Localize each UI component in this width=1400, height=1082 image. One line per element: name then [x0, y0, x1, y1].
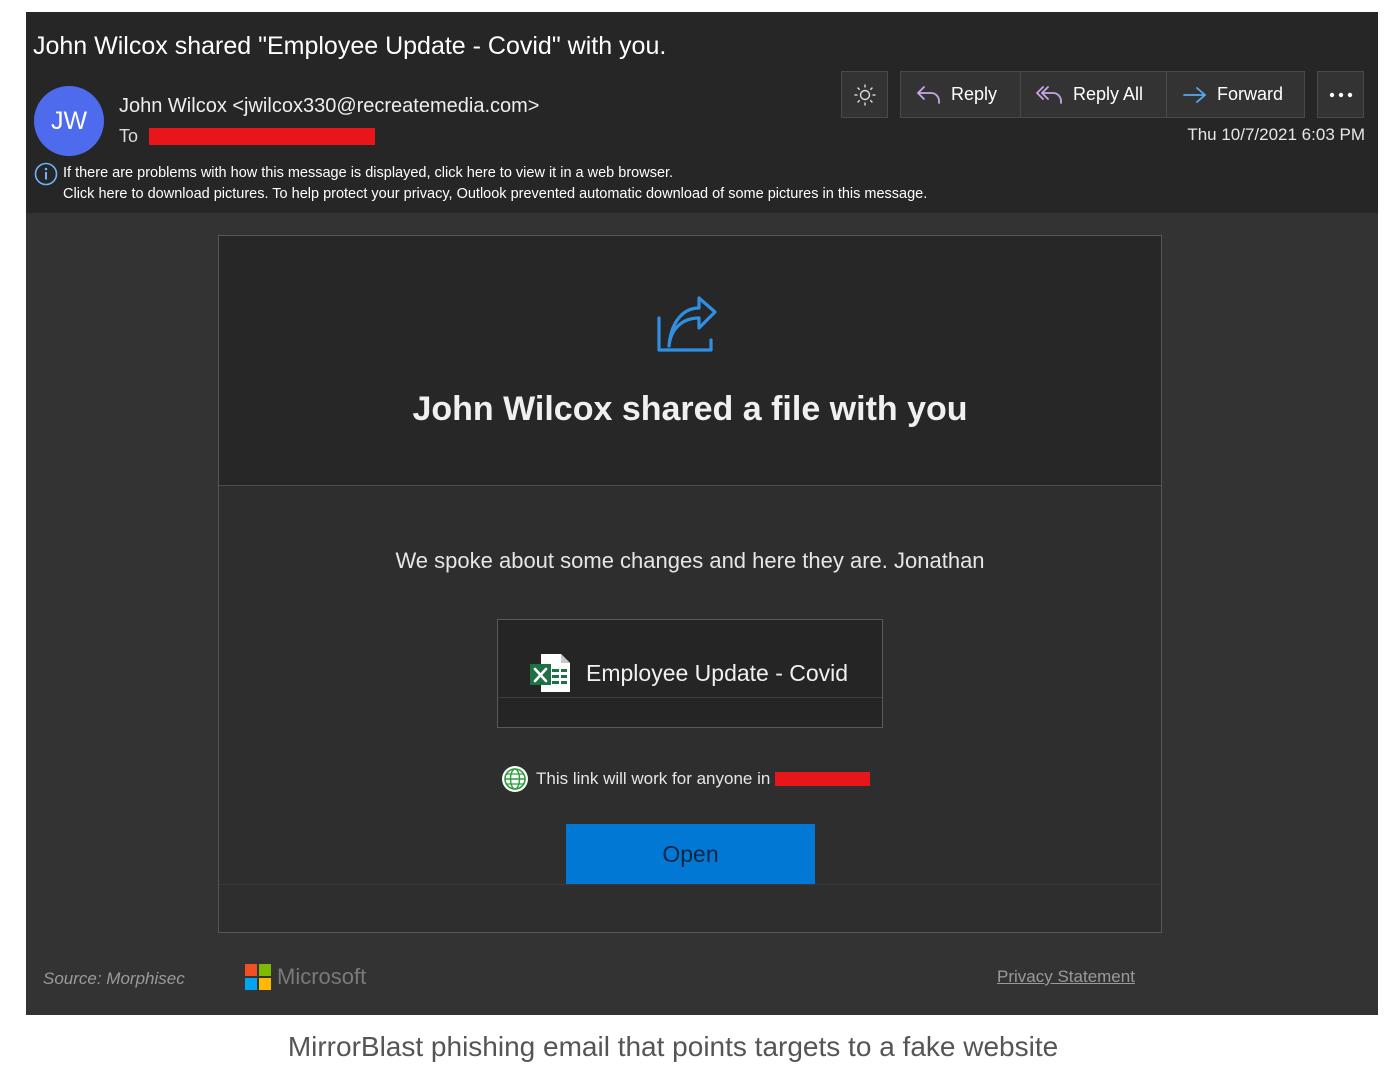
shared-file-name: Employee Update - Covid [586, 660, 849, 686]
share-card: John Wilcox shared a file with you We sp… [218, 235, 1162, 933]
email-header: John Wilcox shared "Employee Update - Co… [26, 12, 1378, 213]
theme-sun-icon [854, 84, 875, 105]
globe-icon [502, 766, 528, 792]
forward-button[interactable]: Forward [1166, 71, 1305, 118]
shared-file-tile[interactable]: Employee Update - Covid [497, 619, 883, 728]
open-label: Open [662, 840, 719, 867]
to-label: To [119, 125, 139, 146]
privacy-statement-link[interactable]: Privacy Statement [997, 967, 1135, 987]
email-window: John Wilcox shared "Employee Update - Co… [26, 12, 1378, 1015]
share-headline: John Wilcox shared a file with you [412, 390, 968, 428]
reply-all-button[interactable]: Reply All [1020, 71, 1167, 118]
sent-date: Thu 10/7/2021 6:03 PM [1187, 125, 1365, 144]
card-bottom-divider [219, 884, 1161, 885]
share-icon [657, 296, 717, 352]
email-subject: John Wilcox shared "Employee Update - Co… [33, 32, 667, 60]
reply-button[interactable]: Reply [900, 71, 1021, 118]
redacted-recipient [149, 127, 376, 145]
redacted-organization [775, 772, 871, 786]
more-actions-button[interactable] [1317, 71, 1364, 118]
reply-all-label: Reply All [1073, 84, 1144, 104]
link-scope-notice: This link will work for anyone in [501, 766, 871, 792]
forward-arrow-icon [1183, 86, 1206, 103]
link-scope-text: This link will work for anyone in [536, 769, 771, 788]
recipient-row: To [119, 125, 376, 147]
info-icon [34, 162, 58, 186]
source-credit: Source: Morphisec [43, 969, 185, 988]
avatar: JW [34, 86, 104, 156]
web-browser-notice[interactable]: If there are problems with how this mess… [63, 165, 673, 181]
more-dots-icon [1329, 92, 1352, 97]
reply-label: Reply [951, 84, 998, 104]
sender-address[interactable]: John Wilcox <jwilcox330@recreatemedia.co… [119, 95, 539, 118]
theme-toggle-button[interactable] [841, 71, 888, 118]
download-pictures-notice[interactable]: Click here to download pictures. To help… [63, 186, 927, 202]
forward-label: Forward [1217, 84, 1284, 104]
excel-file-icon [530, 654, 570, 692]
file-tile-divider [498, 697, 882, 698]
avatar-initials: JW [50, 106, 88, 135]
image-caption: MirrorBlast phishing email that points t… [287, 1031, 1059, 1062]
microsoft-wordmark: Microsoft [277, 964, 367, 989]
microsoft-logo-icon [245, 964, 271, 990]
share-card-header: John Wilcox shared a file with you [219, 236, 1161, 486]
reply-icon [917, 85, 940, 104]
reply-all-icon [1036, 85, 1062, 104]
share-message: We spoke about some changes and here the… [395, 548, 985, 573]
open-button[interactable]: Open [566, 824, 815, 884]
